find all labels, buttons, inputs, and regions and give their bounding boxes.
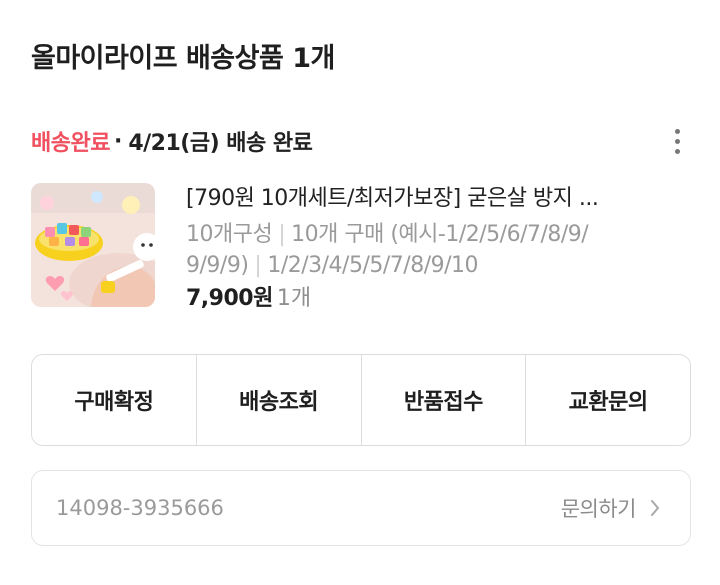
delivery-status-label: 배송완료 bbox=[31, 131, 110, 156]
track-delivery-button[interactable]: 배송조회 bbox=[196, 355, 362, 445]
return-request-button[interactable]: 반품접수 bbox=[361, 355, 527, 445]
delivery-date: 4/21(금) 배송 완료 bbox=[128, 131, 313, 156]
option-divider: | bbox=[278, 222, 286, 247]
product-info: [790원 10개세트/최저가보장] 굳은살 방지 ... 10개구성 | 10개 … bbox=[186, 183, 666, 315]
product-name[interactable]: [790원 10개세트/최저가보장] 굳은살 방지 ... bbox=[186, 183, 666, 215]
order-number: 14098-3935666 bbox=[56, 496, 224, 520]
product-image bbox=[31, 183, 155, 307]
product-thumbnail[interactable] bbox=[31, 183, 155, 307]
product-quantity: 1개 bbox=[276, 286, 312, 311]
more-options-icon[interactable] bbox=[667, 122, 687, 160]
delivery-status-row: 배송완료 · 4/21(금) 배송 완료 bbox=[31, 124, 691, 158]
store-title: 올마이라이프 배송상품 1개 bbox=[31, 43, 335, 74]
option-divider: | bbox=[254, 253, 262, 278]
option-description-line1: 10개 구매 (예시-1/2/5/6/7/8/9/ bbox=[291, 222, 589, 247]
option-description-line2b: 1/2/3/4/5/5/7/8/9/10 bbox=[267, 253, 479, 278]
inquiry-link[interactable]: 문의하기 bbox=[561, 493, 660, 523]
order-action-bar: 구매확정 배송조회 반품접수 교환문의 bbox=[31, 354, 691, 446]
chevron-right-icon bbox=[651, 500, 659, 516]
exchange-inquiry-button[interactable]: 교환문의 bbox=[526, 355, 690, 445]
product-price: 7,900원 bbox=[186, 286, 273, 311]
price-row: 7,900원 1개 bbox=[186, 283, 666, 315]
option-count: 10개구성 bbox=[186, 222, 273, 247]
inquiry-label: 문의하기 bbox=[560, 497, 637, 521]
confirm-purchase-button[interactable]: 구매확정 bbox=[32, 355, 197, 445]
product-option: 10개구성 | 10개 구매 (예시-1/2/5/6/7/8/9/ 9/9/9) | 1… bbox=[186, 219, 666, 281]
status-separator: · bbox=[113, 128, 123, 154]
inquiry-box[interactable]: 14098-3935666 문의하기 bbox=[31, 470, 691, 546]
option-description-line2a: 9/9/9) bbox=[186, 253, 249, 278]
